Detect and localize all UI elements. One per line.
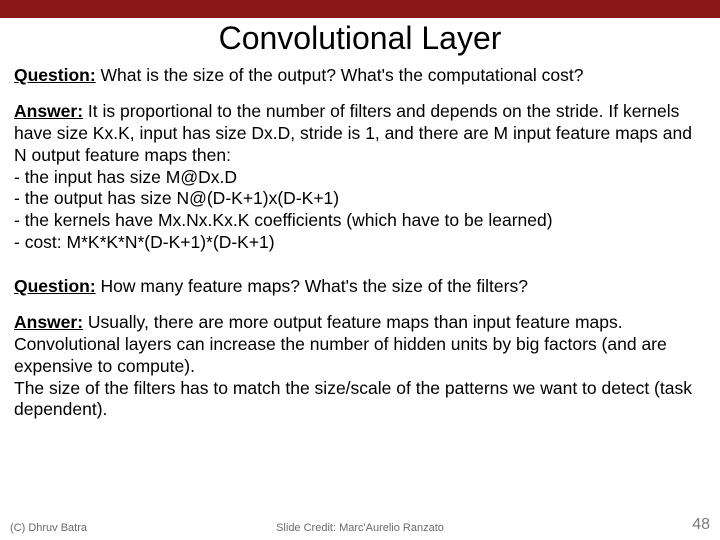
slide-title: Convolutional Layer [0, 20, 720, 57]
answer-2-text: Usually, there are more output feature m… [14, 312, 667, 376]
answer-2-text-2: The size of the filters has to match the… [14, 378, 706, 422]
bullet-item: - the output has size N@(D-K+1)x(D-K+1) [14, 188, 706, 210]
question-1: Question: What is the size of the output… [14, 65, 706, 87]
top-accent-bar [0, 0, 720, 18]
bullet-item: - the kernels have Mx.Nx.Kx.K coefficien… [14, 210, 706, 232]
answer-2: Answer: Usually, there are more output f… [14, 312, 706, 421]
answer-1: Answer: It is proportional to the number… [14, 101, 706, 254]
bullet-item: - the input has size M@Dx.D [14, 167, 706, 189]
answer-1-text: It is proportional to the number of filt… [14, 101, 692, 165]
question-1-text: What is the size of the output? What's t… [96, 65, 584, 85]
question-2-text: How many feature maps? What's the size o… [96, 276, 528, 296]
question-label: Question: [14, 65, 96, 85]
footer-credit: Slide Credit: Marc'Aurelio Ranzato [0, 522, 720, 534]
answer-1-bullets: - the input has size M@Dx.D - the output… [14, 167, 706, 255]
slide-content: Question: What is the size of the output… [0, 65, 720, 421]
bullet-item: - cost: M*K*K*N*(D-K+1)*(D-K+1) [14, 232, 706, 254]
question-2: Question: How many feature maps? What's … [14, 276, 706, 298]
slide-number: 48 [692, 516, 710, 534]
question-label: Question: [14, 276, 96, 296]
answer-label: Answer: [14, 312, 83, 332]
answer-label: Answer: [14, 101, 83, 121]
